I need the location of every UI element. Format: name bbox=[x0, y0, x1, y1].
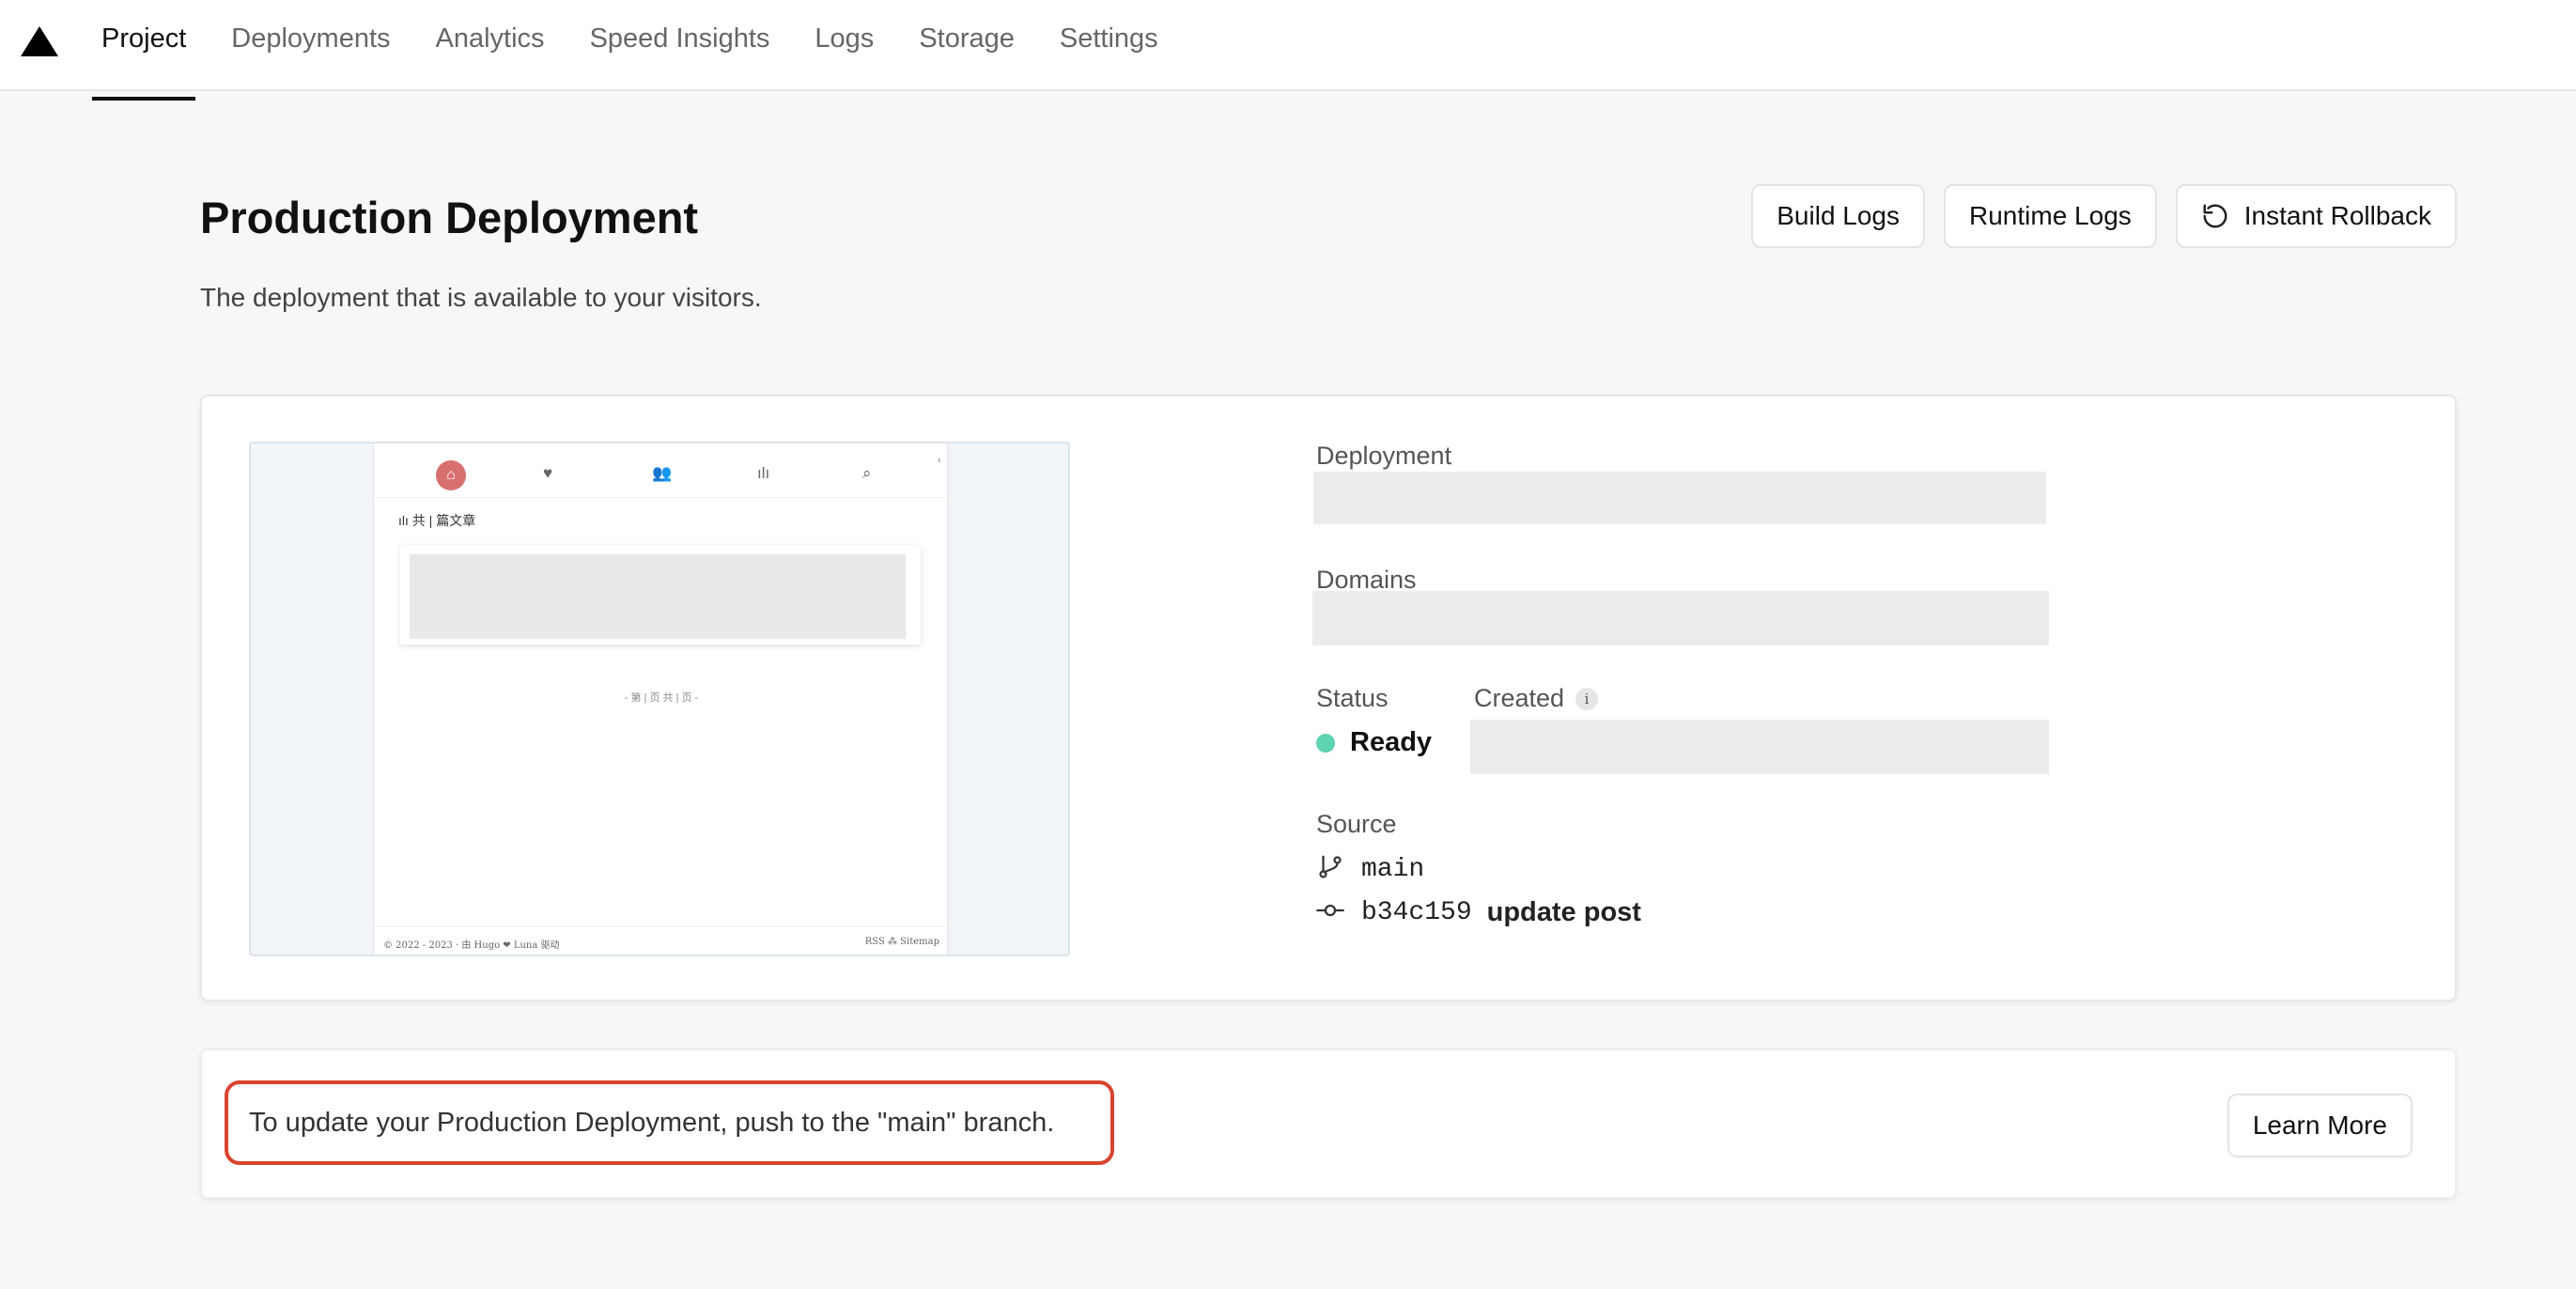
tab-logs[interactable]: Logs bbox=[792, 0, 896, 89]
tab-deployments[interactable]: Deployments bbox=[209, 0, 412, 89]
preview-footer-left: © 2022 - 2023 · 由 Hugo ❤ Luna 驱动 bbox=[383, 940, 560, 951]
learn-more-button[interactable]: Learn More bbox=[2227, 1094, 2413, 1157]
preview-footer-right: RSS ⁂ Sitemap bbox=[864, 937, 939, 947]
build-logs-label: Build Logs bbox=[1777, 201, 1901, 230]
preview-footer: © 2022 - 2023 · 由 Hugo ❤ Luna 驱动 RSS ⁂ S… bbox=[374, 926, 949, 955]
preview-pager: - 第 | 页 共 | 页 - bbox=[624, 692, 699, 704]
moon-icon: ◐ bbox=[937, 455, 943, 466]
git-branch-icon bbox=[1316, 853, 1344, 886]
source-branch[interactable]: main bbox=[1316, 853, 1424, 886]
created-header: Created i bbox=[1474, 684, 1599, 713]
deployment-preview[interactable]: ⌂ ♥ 👥 ılı ⌕ ◐ ılı 共 | 篇文章 - 第 | 页 共 | 页 … bbox=[249, 442, 1070, 956]
main-content: Production Deployment The deployment tha… bbox=[0, 93, 2576, 1289]
tab-storage[interactable]: Storage bbox=[896, 0, 1037, 89]
status-text: Ready bbox=[1350, 727, 1433, 757]
status-ready-dot bbox=[1316, 733, 1335, 753]
branch-name: main bbox=[1361, 855, 1425, 884]
instant-rollback-button[interactable]: Instant Rollback bbox=[2175, 184, 2457, 248]
preview-post-placeholder bbox=[410, 554, 906, 639]
status-label: Status bbox=[1316, 684, 1389, 712]
deployment-url-placeholder[interactable] bbox=[1313, 472, 2046, 524]
tab-project[interactable]: Project bbox=[79, 0, 209, 101]
home-icon: ⌂ bbox=[436, 460, 466, 490]
runtime-logs-label: Runtime Logs bbox=[1969, 201, 2132, 230]
runtime-logs-button[interactable]: Runtime Logs bbox=[1944, 184, 2157, 248]
created-label: Created bbox=[1474, 684, 1565, 712]
rollback-icon bbox=[2201, 202, 2229, 230]
instant-rollback-label: Instant Rollback bbox=[2243, 201, 2431, 230]
nav-tabs: Project Deployments Analytics Speed Insi… bbox=[79, 0, 1181, 101]
preview-nav: ⌂ ♥ 👥 ılı ⌕ ◐ bbox=[374, 451, 949, 498]
tab-settings[interactable]: Settings bbox=[1037, 0, 1181, 89]
update-message: To update your Production Deployment, pu… bbox=[225, 1080, 1114, 1165]
build-logs-button[interactable]: Build Logs bbox=[1751, 184, 1926, 248]
deployment-label: Deployment bbox=[1316, 442, 1452, 470]
source-label: Source bbox=[1316, 810, 1397, 838]
deployment-card: ⌂ ♥ 👥 ılı ⌕ ◐ ılı 共 | 篇文章 - 第 | 页 共 | 页 … bbox=[200, 395, 2457, 1002]
top-nav: Project Deployments Analytics Speed Insi… bbox=[0, 0, 2576, 101]
users-icon: 👥 bbox=[652, 464, 673, 482]
tab-analytics[interactable]: Analytics bbox=[413, 0, 567, 89]
vercel-logo[interactable] bbox=[0, 0, 79, 89]
preview-post-count: ılı 共 | 篇文章 bbox=[398, 513, 476, 528]
bar-chart-icon: ılı bbox=[757, 464, 770, 482]
tab-speed-insights[interactable]: Speed Insights bbox=[567, 0, 793, 89]
header-actions: Build Logs Runtime Logs Instant Rollback bbox=[1751, 184, 2457, 248]
update-info-banner: To update your Production Deployment, pu… bbox=[200, 1048, 2457, 1199]
commit-hash: b34c159 bbox=[1361, 898, 1472, 927]
source-commit[interactable]: b34c159 update post bbox=[1316, 896, 1641, 929]
status-value: Ready bbox=[1316, 727, 1432, 758]
preview-page: ⌂ ♥ 👥 ılı ⌕ ◐ ılı 共 | 篇文章 - 第 | 页 共 | 页 … bbox=[373, 443, 949, 955]
git-commit-icon bbox=[1316, 896, 1344, 929]
created-placeholder bbox=[1470, 720, 2049, 774]
info-icon[interactable]: i bbox=[1575, 687, 1599, 710]
page-title: Production Deployment bbox=[200, 193, 699, 242]
page-subtitle: The deployment that is available to your… bbox=[200, 283, 762, 312]
search-icon: ⌕ bbox=[862, 464, 872, 482]
triangle-logo-icon bbox=[21, 25, 58, 56]
heart-icon: ♥ bbox=[543, 464, 553, 482]
domains-placeholder[interactable] bbox=[1312, 591, 2049, 645]
commit-message: update post bbox=[1486, 897, 1641, 927]
preview-post-card bbox=[400, 545, 921, 644]
learn-more-label: Learn More bbox=[2252, 1110, 2387, 1140]
